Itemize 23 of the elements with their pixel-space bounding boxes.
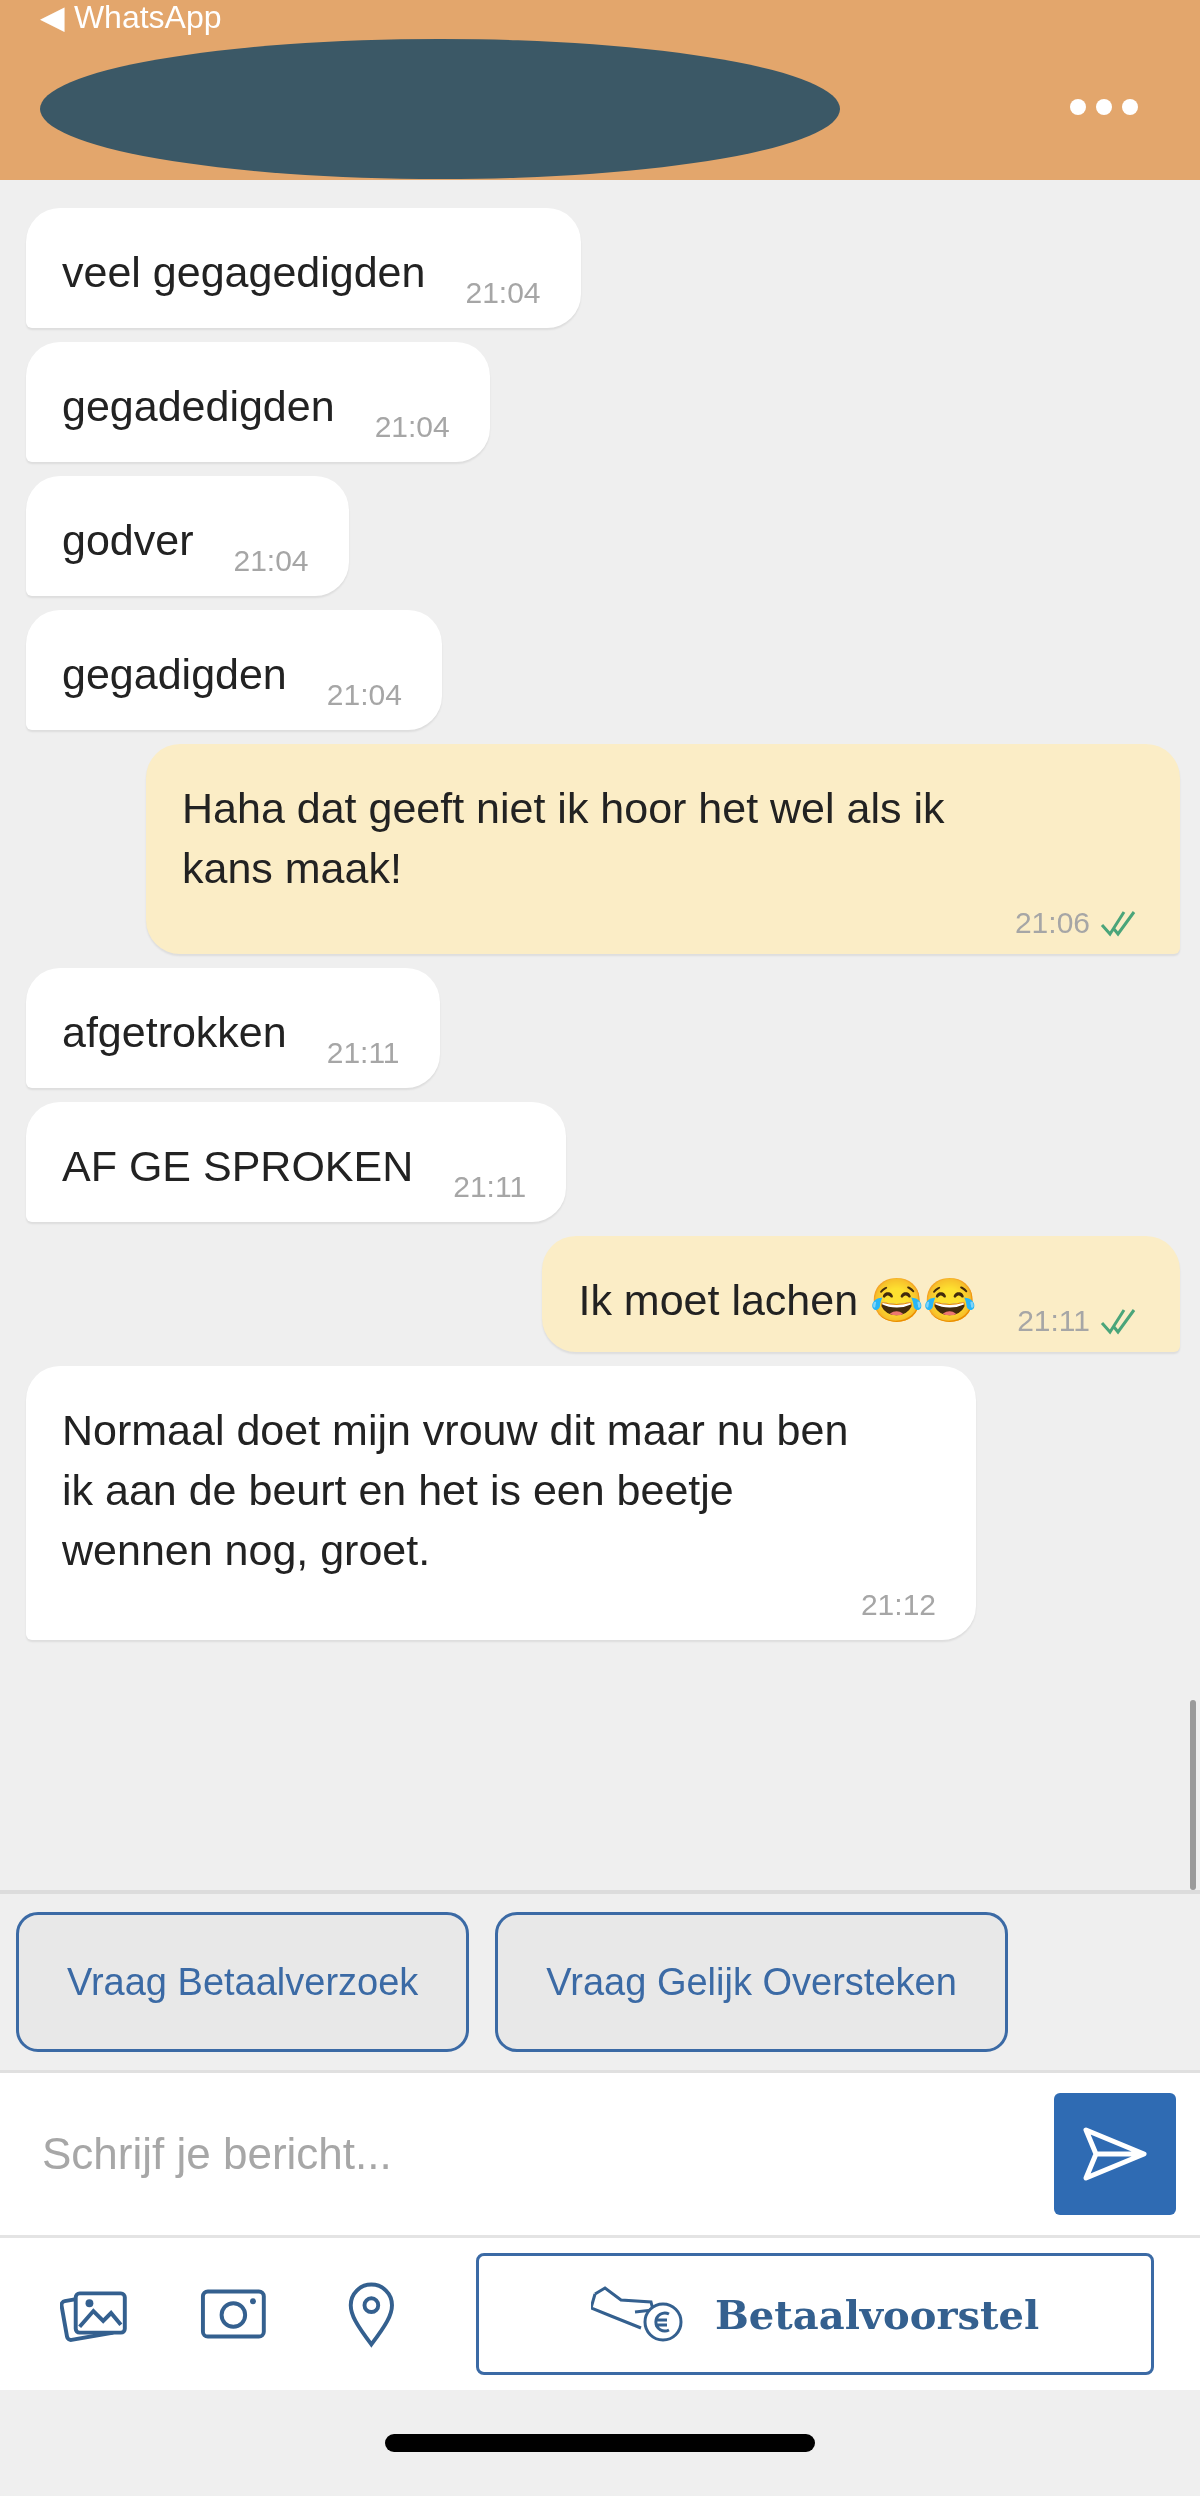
send-button[interactable] [1054,2093,1176,2215]
message-text: veel gegagedigden [62,247,426,298]
message-time: 21:04 [374,410,450,444]
message-text: gegadedigden [62,381,335,432]
message-text: afgetrokken [62,1007,287,1058]
request-button[interactable]: Vraag Gelijk Oversteken [495,1912,1008,2052]
message-text: godver [62,515,194,566]
message-time: 21:04 [465,276,541,310]
message-time: 21:12 [860,1588,936,1622]
message-text: AF GE SPROKEN [62,1141,414,1192]
message-time: 21:06 [1014,906,1090,940]
message-text: Ik moet lachen 😂😂 [578,1275,978,1326]
message-time: 21:11 [453,1170,527,1204]
scrollbar[interactable] [1190,1700,1196,1890]
message-text: gegadigden [62,649,287,700]
message-time: 21:11 [326,1036,400,1070]
message-text: Normaal doet mijn vrouw dit maar nu ben ik aan de beurt en het is een beetje wennen nog, groet. [62,1405,850,1576]
message-time: 21:04 [233,544,309,578]
message-text: Haha dat geeft niet ik hoor het wel als ik kans maak! [182,783,946,894]
message-time: 21:11 [1017,1304,1090,1338]
request-button[interactable]: Vraag Betaalverzoek [16,1912,470,2052]
payment-proposal-button[interactable]: Betaalvoorstel [476,2253,1154,2375]
message-time: 21:04 [326,678,402,712]
